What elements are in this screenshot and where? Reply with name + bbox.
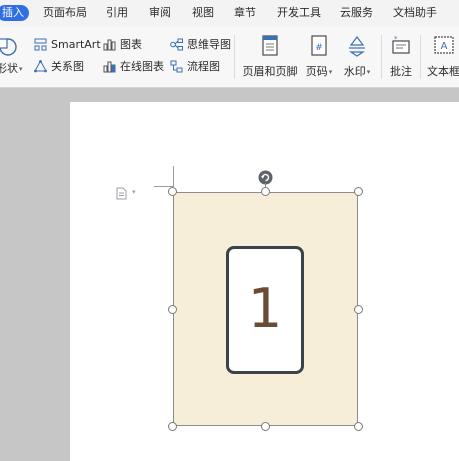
tab-developer[interactable]: 开发工具 [277,4,321,22]
page-number-button[interactable]: # 页码▾ [299,33,339,81]
resize-handle-top-left[interactable] [168,187,177,196]
relation-chart-label: 关系图 [51,60,84,73]
chevron-down-icon: ▾ [366,68,371,76]
mindmap-icon [170,38,183,51]
card-number: 1 [247,277,283,340]
ribbon-tab-bar: 插入 页面布局 引用 审阅 视图 章节 开发工具 云服务 文档助手 [0,0,459,27]
textbox-icon: A [434,36,454,54]
smartart-icon [34,38,47,51]
toolbar-separator [420,35,421,79]
svg-text:A: A [441,41,448,52]
watermark-label: 水印▾ [343,65,371,78]
svg-text:*: * [394,35,398,43]
resize-handle-bottom[interactable] [261,422,270,431]
resize-handle-left[interactable] [168,305,177,314]
document-area[interactable]: ▾ 1 [0,88,459,461]
flowchart-button[interactable]: 流程图 [170,59,230,75]
tab-references[interactable]: 引用 [106,4,128,22]
number-card[interactable]: 1 [226,246,304,374]
shapes-button[interactable]: 形状▾ [0,35,23,79]
chart-label: 图表 [120,38,142,51]
shapes-label: 形状▾ [0,62,23,75]
resize-handle-right[interactable] [354,305,363,314]
resize-handle-top-right[interactable] [354,187,363,196]
crop-mark-vertical [173,166,174,187]
comment-button[interactable]: * 批注 [384,33,418,81]
ribbon-toolbar: 形状▾ SmartArt 关系图 图表 在线图表 思维导图 流程图 页眉和页脚 … [0,27,459,88]
resize-handle-bottom-left[interactable] [168,422,177,431]
relation-chart-button[interactable]: 关系图 [34,59,94,75]
shapes-icon [0,38,17,56]
smartart-button[interactable]: SmartArt [34,37,104,53]
comment-icon: * [392,35,410,54]
svg-text:#: # [315,43,323,53]
smartart-label: SmartArt [51,38,101,51]
tab-review[interactable]: 审阅 [149,4,171,22]
page-number-icon: # [311,35,327,56]
tab-doc-assistant[interactable]: 文档助手 [393,4,437,22]
watermark-icon [349,36,365,57]
chart-icon [103,39,116,51]
watermark-button[interactable]: 水印▾ [337,33,377,81]
textbox-button[interactable]: A 文本框 [424,33,459,81]
selected-shape[interactable]: 1 [173,192,358,426]
header-footer-button[interactable]: 页眉和页脚 [241,33,299,81]
document-page[interactable]: ▾ 1 [70,102,459,461]
header-footer-icon [262,35,278,56]
toolbar-separator [381,35,382,79]
chart-button[interactable]: 图表 [103,37,153,53]
chevron-down-icon: ▾ [19,65,23,73]
tab-page-layout[interactable]: 页面布局 [43,4,87,22]
chevron-down-icon: ▾ [328,68,333,76]
chevron-down-icon[interactable]: ▾ [132,188,136,196]
online-chart-icon [103,61,116,73]
tab-cloud-service[interactable]: 云服务 [340,4,373,22]
online-chart-label: 在线图表 [120,60,164,73]
flowchart-label: 流程图 [187,60,220,73]
textbox-label: 文本框 [427,65,459,78]
header-footer-label: 页眉和页脚 [242,65,298,78]
toolbar-separator [234,35,235,79]
comment-label: 批注 [390,65,412,78]
page-number-label: 页码▾ [305,65,333,78]
tab-insert[interactable]: 插入 [0,5,29,21]
flowchart-icon [170,60,183,73]
tab-section[interactable]: 章节 [234,4,256,22]
mindmap-button[interactable]: 思维导图 [170,37,234,53]
resize-handle-top[interactable] [261,187,270,196]
mindmap-label: 思维导图 [187,38,231,51]
wps-writer-window: 插入 页面布局 引用 审阅 视图 章节 开发工具 云服务 文档助手 形状▾ Sm… [0,0,459,461]
resize-handle-bottom-right[interactable] [354,422,363,431]
online-chart-button[interactable]: 在线图表 [103,59,167,75]
paragraph-layout-icon[interactable] [116,187,127,200]
tab-view[interactable]: 视图 [192,4,214,22]
relation-chart-icon [34,60,47,73]
